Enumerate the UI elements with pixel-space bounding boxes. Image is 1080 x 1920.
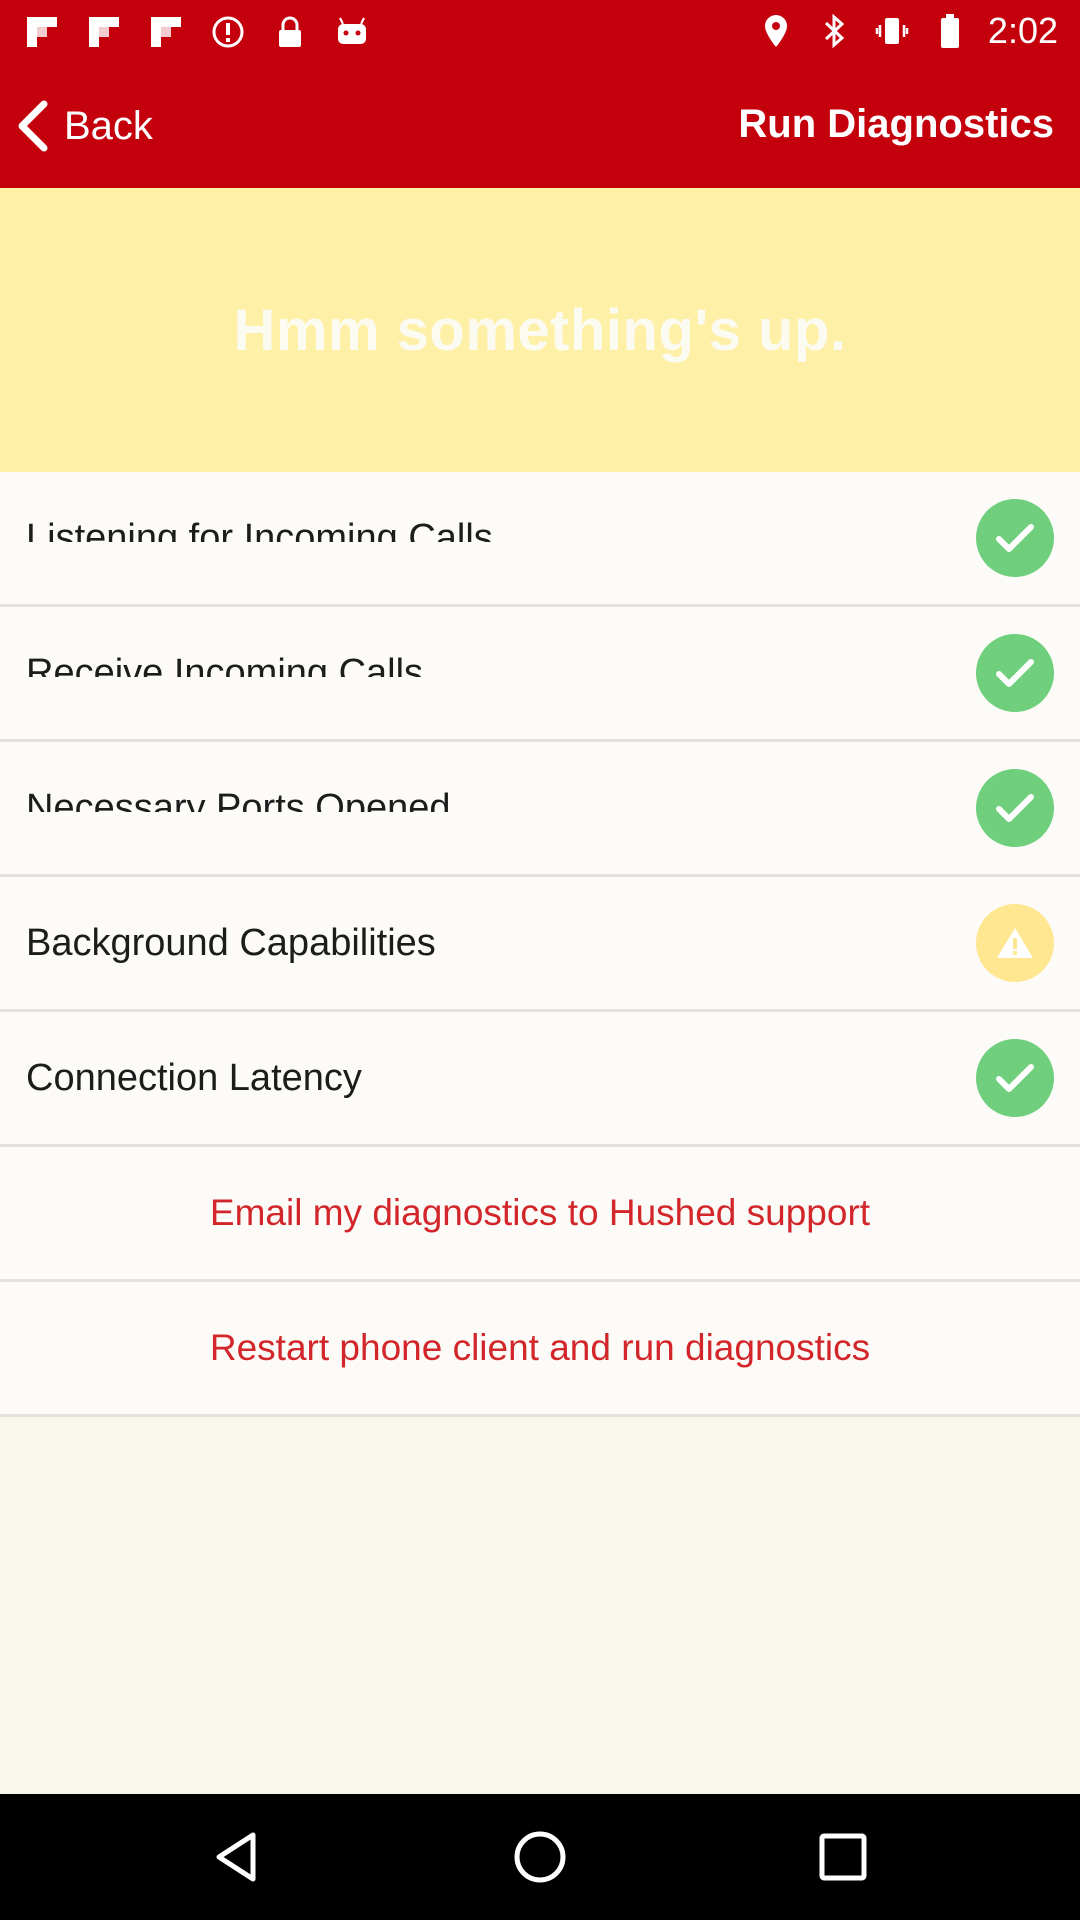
- check-row-latency: Connection Latency: [0, 1012, 1080, 1147]
- check-row-receive: Receive Incoming Calls: [0, 607, 1080, 742]
- restart-client-button[interactable]: Restart phone client and run diagnostics: [0, 1282, 1080, 1417]
- check-row-background: Background Capabilities: [0, 877, 1080, 1012]
- bluetooth-icon: [814, 11, 854, 51]
- check-row-ports: Necessary Ports Opened: [0, 742, 1080, 877]
- check-label: Receive Incoming Calls: [26, 652, 424, 677]
- notification-icons: [22, 12, 372, 52]
- check-ok-icon: [976, 499, 1054, 577]
- check-row-listening: Listening for Incoming Calls: [0, 472, 1080, 607]
- flipboard-icon: [146, 12, 186, 52]
- restart-client-label: Restart phone client and run diagnostics: [209, 1327, 871, 1368]
- flipboard-icon: [84, 12, 124, 52]
- diagnostics-list: Listening for Incoming Calls Receive Inc…: [0, 472, 1080, 1417]
- home-nav-icon[interactable]: [510, 1827, 570, 1887]
- battery-icon: [930, 11, 970, 51]
- banner-message: Hmm something's up.: [233, 297, 847, 363]
- status-time: 2:02: [987, 10, 1058, 51]
- check-label: Listening for Incoming Calls: [26, 517, 493, 542]
- alert-icon: [208, 12, 248, 52]
- app-bar: Back Run Diagnostics: [0, 64, 1080, 188]
- system-icons: 2:02: [756, 10, 1058, 52]
- navigation-bar: [0, 1794, 1080, 1920]
- email-diagnostics-label: Email my diagnostics to Hushed support: [209, 1192, 871, 1233]
- chevron-left-icon: [14, 100, 50, 152]
- back-nav-icon[interactable]: [207, 1827, 267, 1887]
- android-icon: [332, 12, 372, 52]
- status-bar: 2:02: [0, 0, 1080, 64]
- page-title: Run Diagnostics: [738, 102, 1054, 146]
- diagnostics-banner: Hmm something's up.: [0, 188, 1080, 472]
- vibrate-icon: [872, 11, 912, 51]
- check-ok-icon: [976, 769, 1054, 847]
- recents-nav-icon[interactable]: [813, 1827, 873, 1887]
- back-button[interactable]: Back: [14, 94, 153, 158]
- lock-icon: [270, 12, 310, 52]
- email-diagnostics-button[interactable]: Email my diagnostics to Hushed support: [0, 1147, 1080, 1282]
- location-icon: [756, 11, 796, 51]
- check-label: Background Capabilities: [26, 922, 436, 964]
- flipboard-icon: [22, 12, 62, 52]
- warning-icon: [976, 904, 1054, 982]
- check-label: Connection Latency: [26, 1057, 362, 1099]
- back-label: Back: [64, 103, 153, 148]
- check-ok-icon: [976, 1039, 1054, 1117]
- check-ok-icon: [976, 634, 1054, 712]
- check-label: Necessary Ports Opened: [26, 787, 451, 812]
